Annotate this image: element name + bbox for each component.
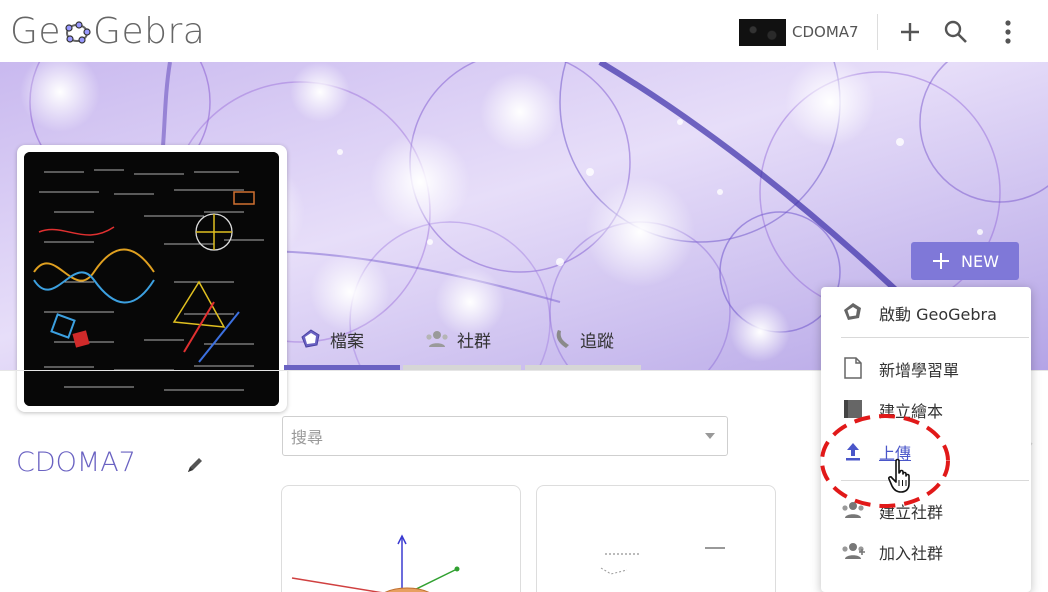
material-card[interactable] <box>281 485 521 592</box>
plus-icon <box>933 253 950 269</box>
material-thumbnail <box>291 534 460 592</box>
profile-picture <box>24 152 279 406</box>
profile-username: CDOMA7 <box>16 447 136 478</box>
search-input[interactable] <box>291 425 691 449</box>
groups-icon <box>426 331 448 347</box>
geogebra-logo-icon <box>841 300 865 324</box>
header-username[interactable]: CDOMA7 <box>792 21 859 43</box>
menu-item-new-worksheet[interactable]: 新增學習單 <box>821 350 1031 386</box>
material-card[interactable] <box>536 485 776 592</box>
header-divider <box>877 14 878 50</box>
geogebra-logo-icon <box>301 329 320 348</box>
profile-tabs: 檔案 社群 追蹤 <box>284 308 824 370</box>
document-icon <box>841 356 865 380</box>
user-avatar[interactable] <box>739 19 786 46</box>
more-vertical-icon[interactable] <box>990 14 1026 50</box>
search-select[interactable] <box>282 416 728 456</box>
menu-separator <box>841 337 1029 338</box>
tab-files[interactable]: 檔案 <box>300 308 364 370</box>
hand-cursor-icon <box>888 458 910 493</box>
join-group-icon <box>841 539 865 563</box>
tab-files-label: 檔案 <box>330 331 364 352</box>
search-icon[interactable] <box>938 14 974 50</box>
menu-item-label: 啟動 GeoGebra <box>879 305 997 324</box>
pencil-icon[interactable] <box>185 455 205 479</box>
top-header: Ge Gebra CDOMA7 <box>0 0 1048 62</box>
geogebra-logo[interactable]: Ge Gebra <box>10 8 205 55</box>
app-root: Ge Gebra CDOMA7 檔案 社群 追蹤 搜尋 CDOMA7 NEW 啟… <box>0 0 1048 592</box>
tab-follow-label: 追蹤 <box>580 331 614 352</box>
logo-text-left: Ge <box>10 11 62 52</box>
menu-item-join-group[interactable]: 加入社群 <box>821 533 1031 569</box>
tab-groups[interactable]: 社群 <box>425 308 491 370</box>
new-button-label: NEW <box>961 251 999 271</box>
new-button[interactable]: NEW <box>911 242 1019 280</box>
tab-groups-label: 社群 <box>457 331 491 352</box>
chevron-down-icon[interactable] <box>705 433 715 439</box>
menu-item-label: 加入社群 <box>879 544 944 563</box>
material-thumbnail <box>600 547 725 575</box>
logo-text-right: Gebra <box>93 11 206 52</box>
geogebra-logo-icon <box>65 21 91 44</box>
menu-item-label: 新增學習單 <box>879 361 960 380</box>
menu-item-start-geogebra[interactable]: 啟動 GeoGebra <box>821 294 1031 330</box>
math-blackboard-image <box>24 152 279 406</box>
tab-follow[interactable]: 追蹤 <box>552 308 614 370</box>
follow-icon <box>556 330 569 348</box>
profile-picture-card[interactable] <box>17 145 287 412</box>
annotation-circle <box>820 414 950 508</box>
plus-icon[interactable] <box>892 14 928 50</box>
